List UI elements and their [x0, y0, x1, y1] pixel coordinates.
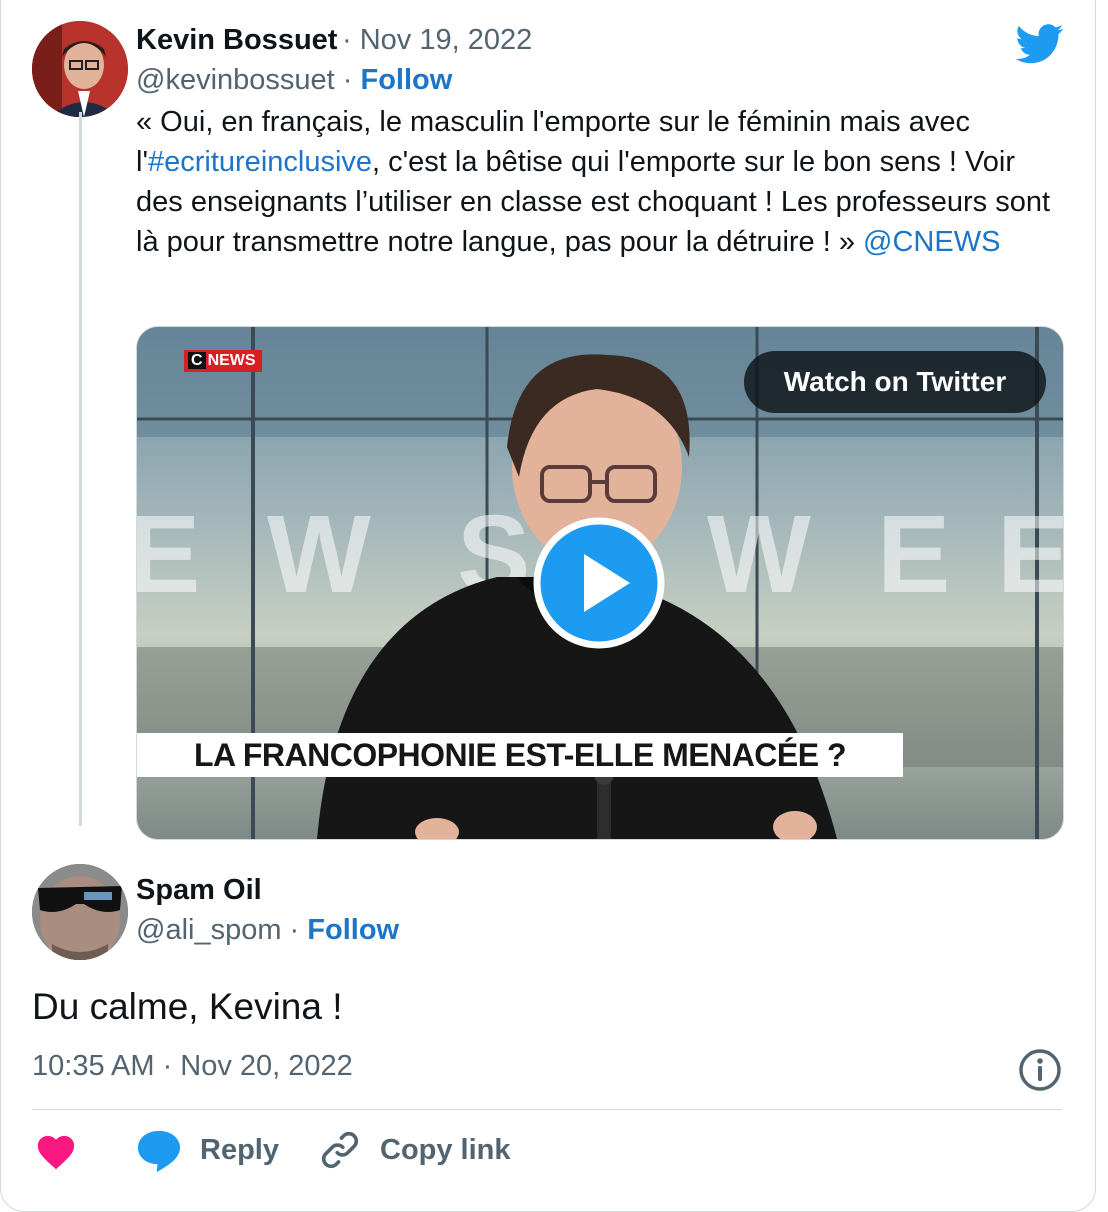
copy-link-button[interactable]: Copy link [318, 1124, 511, 1176]
play-icon[interactable] [532, 516, 666, 650]
follow-button[interactable]: Follow [361, 64, 453, 96]
author-handle[interactable]: @kevinbossuet [136, 64, 335, 96]
channel-logo-c: C [188, 352, 206, 369]
tweet-text: « Oui, en français, le masculin l'emport… [136, 102, 1056, 262]
twitter-logo-icon[interactable] [1016, 24, 1064, 64]
separator: · [334, 64, 361, 96]
copy-link-label: Copy link [380, 1133, 511, 1166]
watch-on-twitter-button[interactable]: Watch on Twitter [744, 351, 1046, 413]
reply-label: Reply [200, 1133, 279, 1166]
thread-connector [79, 112, 82, 826]
info-icon[interactable] [1018, 1048, 1062, 1092]
reply-bubble-icon [137, 1130, 181, 1172]
reply-timestamp[interactable]: 10:35 AM · Nov 20, 2022 [32, 1050, 353, 1083]
svg-text:W: W [707, 493, 811, 616]
channel-logo-news: NEWS [207, 352, 256, 369]
reply-follow-button[interactable]: Follow [307, 914, 399, 946]
reply-author-handle[interactable]: @ali_spom [136, 914, 282, 946]
reply-handle-row: @ali_spom · Follow [136, 914, 399, 947]
svg-text:E: E [997, 493, 1063, 616]
link-icon [321, 1131, 359, 1169]
avatar-spam-oil[interactable] [32, 864, 128, 960]
handle-row: @kevinbossuet · Follow [136, 64, 452, 97]
divider [32, 1109, 1062, 1110]
tweet-date-row: · Nov 19, 2022 [342, 24, 532, 57]
separator: · [281, 914, 308, 946]
author-name[interactable]: Kevin Bossuet [136, 24, 337, 57]
reply-author-name[interactable]: Spam Oil [136, 874, 262, 907]
reply-text: Du calme, Kevina ! [32, 986, 343, 1027]
tweet-date[interactable]: Nov 19, 2022 [360, 24, 533, 56]
mention-link[interactable]: @CNEWS [863, 226, 1000, 258]
reply-button[interactable]: Reply [136, 1124, 279, 1176]
svg-text:E: E [877, 493, 950, 616]
heart-icon [37, 1135, 75, 1170]
svg-text:W: W [267, 493, 371, 616]
svg-text:E: E [137, 493, 200, 616]
separator: · [342, 24, 360, 56]
hashtag-link[interactable]: #ecritureinclusive [148, 146, 372, 178]
avatar-kevin-bossuet[interactable] [32, 21, 128, 117]
channel-logo: C NEWS [184, 350, 262, 372]
video-caption: LA FRANCOPHONIE EST-ELLE MENACÉE ? [137, 733, 903, 777]
like-button[interactable] [34, 1124, 78, 1176]
